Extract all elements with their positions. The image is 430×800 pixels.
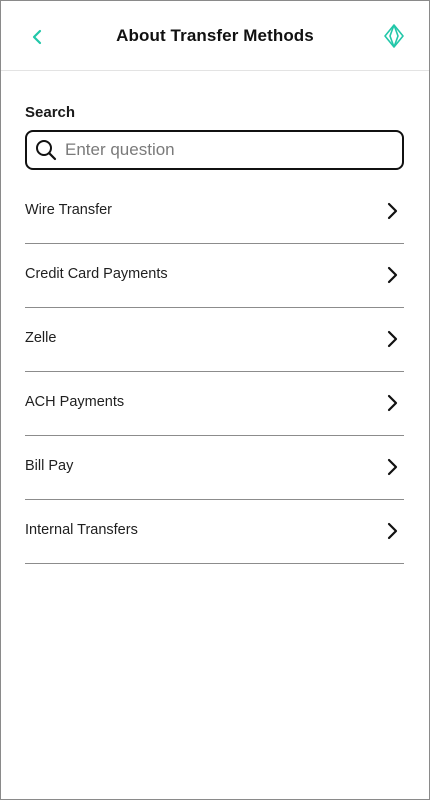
search-label: Search — [25, 104, 76, 121]
chevron-right-icon — [387, 266, 398, 284]
chevron-right-icon — [387, 394, 398, 412]
chevron-right-icon — [387, 458, 398, 476]
search-field[interactable] — [25, 130, 404, 170]
list-item-label: ACH Payments — [25, 394, 125, 410]
list-item-zelle[interactable]: Zelle — [25, 308, 404, 372]
search-icon — [35, 139, 57, 161]
main-content: Search Wire Transfer Credit Card Payment… — [25, 102, 404, 564]
list-item-bill-pay[interactable]: Bill Pay — [25, 436, 404, 500]
chevron-right-icon — [387, 202, 398, 220]
list-item-credit-card-payments[interactable]: Credit Card Payments — [25, 244, 404, 308]
topic-list: Wire Transfer Credit Card Payments Zelle… — [25, 180, 404, 564]
list-item-ach-payments[interactable]: ACH Payments — [25, 372, 404, 436]
header-bar: About Transfer Methods — [1, 1, 429, 71]
chevron-right-icon — [387, 330, 398, 348]
list-item-internal-transfers[interactable]: Internal Transfers — [25, 500, 404, 564]
brand-logo-icon — [381, 23, 407, 49]
search-input[interactable] — [65, 140, 365, 160]
list-item-label: Bill Pay — [25, 458, 74, 474]
list-item-label: Zelle — [25, 330, 57, 346]
app-frame: About Transfer Methods Search Wire Trans… — [0, 0, 430, 800]
list-item-label: Wire Transfer — [25, 202, 113, 218]
list-item-wire-transfer[interactable]: Wire Transfer — [25, 180, 404, 244]
list-item-label: Credit Card Payments — [25, 266, 168, 282]
page-title: About Transfer Methods — [116, 26, 314, 45]
chevron-right-icon — [387, 522, 398, 540]
list-item-label: Internal Transfers — [25, 522, 138, 538]
